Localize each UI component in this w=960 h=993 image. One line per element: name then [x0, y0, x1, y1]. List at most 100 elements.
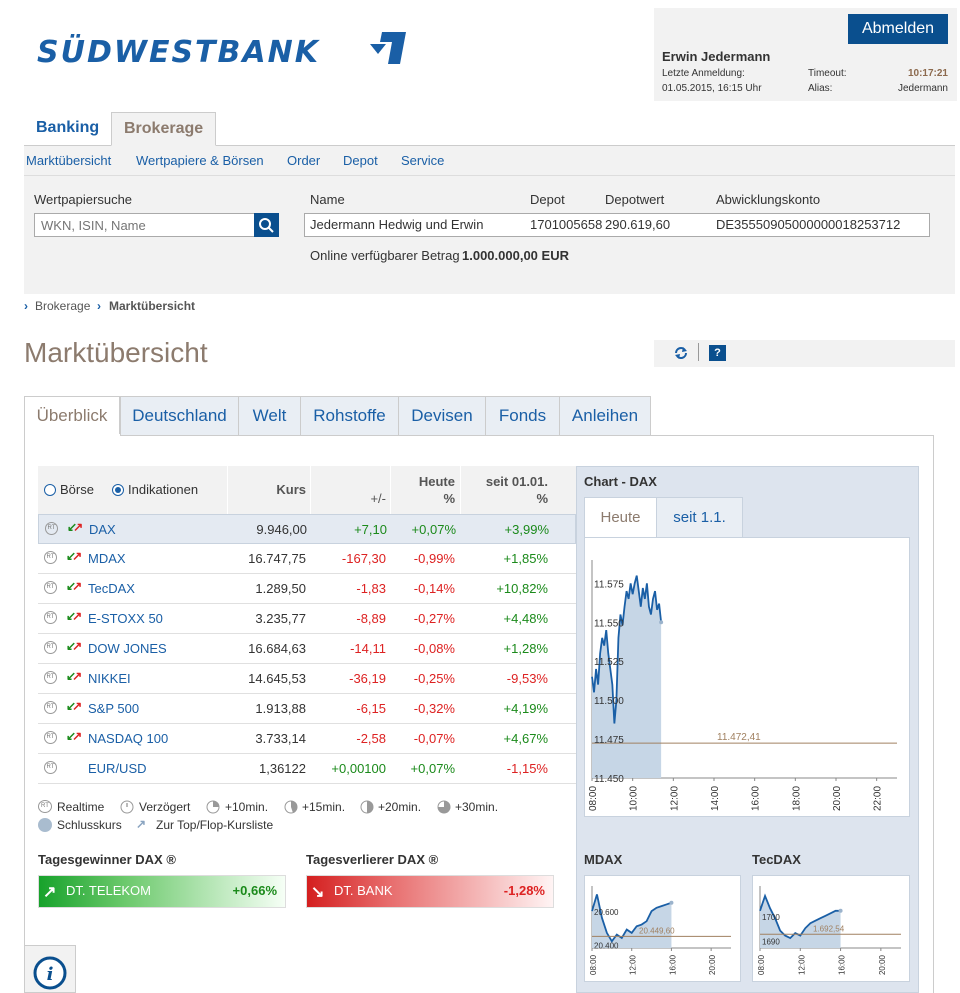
table-row[interactable]: RT ↙↗ DAX 9.946,00 +7,10 +0,07% +3,99%	[38, 514, 576, 544]
subnav-order[interactable]: Order	[287, 153, 320, 168]
tecdax-chart: 1.692,54 1700 1690 08:00 12:00 16:00 20:00	[757, 886, 901, 975]
table-row[interactable]: RT ↙↗ DOW JONES 16.684,63 -14,11 -0,08% +1,28%	[38, 634, 576, 664]
alias-label: Alias:	[808, 83, 833, 94]
loser-name: DT. BANK	[334, 883, 393, 898]
x-tick-label: 20:00	[878, 954, 887, 975]
top-flop-arrows-icon[interactable]: ↙↗	[67, 520, 83, 534]
index-name-link[interactable]: DOW JONES	[88, 641, 167, 656]
index-kurs: 1.913,88	[255, 701, 306, 716]
table-row[interactable]: RT ↙↗ TecDAX 1.289,50 -1,83 -0,14% +10,82%	[38, 574, 576, 604]
realtime-icon: RT	[45, 522, 58, 535]
index-name-link[interactable]: E-STOXX 50	[88, 611, 163, 626]
index-seit: +4,19%	[503, 701, 548, 716]
search-label: Wertpapiersuche	[34, 192, 133, 207]
index-seit: -1,15%	[506, 761, 548, 776]
index-name-link[interactable]: S&P 500	[88, 701, 139, 716]
y-tick-label: 11.500	[594, 696, 624, 707]
realtime-icon: RT	[38, 800, 52, 813]
tab-welt[interactable]: Welt	[238, 396, 301, 436]
index-name-link[interactable]: DAX	[89, 522, 116, 537]
index-name-link[interactable]: EUR/USD	[88, 761, 147, 776]
top-flop-arrows-icon[interactable]: ↙↗	[66, 669, 82, 683]
tab-brokerage[interactable]: Brokerage	[111, 112, 217, 146]
y-tick-label: 1690	[762, 938, 780, 947]
logout-button[interactable]: Abmelden	[848, 14, 948, 44]
tools-bar	[654, 340, 955, 367]
refresh-icon[interactable]	[673, 345, 689, 361]
index-kurs: 1.289,50	[255, 581, 306, 596]
subnav-service[interactable]: Service	[401, 153, 444, 168]
x-tick-label: 16:00	[751, 786, 762, 811]
info-icon: i	[33, 956, 67, 990]
realtime-icon: RT	[44, 671, 57, 684]
top-flop-arrows-icon[interactable]: ↙↗	[66, 729, 82, 743]
y-tick-label: 1700	[762, 913, 780, 922]
index-name-link[interactable]: MDAX	[88, 551, 126, 566]
index-name-link[interactable]: NASDAQ 100	[88, 731, 168, 746]
x-tick-label: 16:00	[838, 954, 847, 975]
table-row[interactable]: RT ↙↗ NASDAQ 100 3.733,14 -2,58 -0,07% +4,67%	[38, 724, 576, 754]
subnav-wertpapiere[interactable]: Wertpapiere & Börsen	[136, 153, 264, 168]
account-depotwert: 290.619,60	[605, 217, 671, 232]
subnav-marktuebersicht[interactable]: Marktübersicht	[26, 153, 111, 168]
radio-boerse[interactable]	[44, 484, 56, 496]
col-kurs: Kurs	[276, 482, 306, 497]
tab-anleihen[interactable]: Anleihen	[559, 396, 651, 436]
col-seit-unit: %	[536, 491, 548, 506]
legend-30min: +30min.	[455, 800, 499, 814]
index-heute: -0,25%	[413, 671, 455, 686]
realtime-icon: RT	[44, 641, 57, 654]
index-heute: -0,27%	[413, 611, 455, 626]
tab-fonds[interactable]: Fonds	[485, 396, 560, 436]
tab-banking[interactable]: Banking	[24, 112, 111, 146]
index-heute: +0,07%	[410, 761, 455, 776]
x-tick-label: 12:00	[629, 954, 638, 975]
legend-20min: +20min.	[378, 800, 422, 814]
table-row[interactable]: RT EUR/USD 1,36122 +0,00100 +0,07% -1,15%	[38, 754, 576, 784]
help-icon[interactable]: ?	[709, 345, 726, 361]
top-flop-arrows-icon[interactable]: ↙↗	[66, 609, 82, 623]
subnav-depot[interactable]: Depot	[343, 153, 378, 168]
search-button[interactable]	[254, 213, 279, 237]
top-flop-arrows-icon[interactable]: ↙↗	[66, 579, 82, 593]
index-heute: +0,07%	[411, 522, 456, 537]
chart-tab-today[interactable]: Heute	[584, 497, 657, 538]
tab-deutschland[interactable]: Deutschland	[120, 396, 239, 436]
y-tick-label: 11.550	[594, 618, 624, 629]
y-tick-label: 11.450	[594, 774, 624, 785]
legend-topflop-link[interactable]: Zur Top/Flop-Kursliste	[156, 818, 273, 832]
index-name-link[interactable]: TecDAX	[88, 581, 135, 596]
tab-devisen[interactable]: Devisen	[398, 396, 486, 436]
reference-label: 11.472,41	[717, 732, 761, 743]
last-login-label: Letzte Anmeldung:	[662, 68, 745, 79]
delayed-clock-icon	[120, 800, 134, 814]
winner-box[interactable]: ↗ DT. TELEKOM +0,66%	[38, 875, 286, 908]
tab-rohstoffe[interactable]: Rohstoffe	[300, 396, 399, 436]
top-flop-arrows-icon[interactable]: ↙↗	[66, 549, 82, 563]
index-name-link[interactable]: NIKKEI	[88, 671, 131, 686]
mdax-chart: 20.449,60 20.600 20.400 08:00 12:00 16:00 20:0…	[589, 886, 731, 975]
chart-tab-ytd[interactable]: seit 1.1.	[656, 497, 743, 538]
tab-ueberblick[interactable]: Überblick	[24, 396, 120, 436]
search-input[interactable]	[34, 213, 255, 237]
top-flop-arrows-icon[interactable]: ↙↗	[66, 639, 82, 653]
breadcrumb-current: Marktübersicht	[109, 299, 196, 313]
table-row[interactable]: RT ↙↗ S&P 500 1.913,88 -6,15 -0,32% +4,19%	[38, 694, 576, 724]
info-button[interactable]: i	[24, 945, 76, 993]
logo-mark-icon	[368, 32, 406, 64]
radio-indikationen[interactable]	[112, 484, 124, 496]
table-row[interactable]: RT ↙↗ MDAX 16.747,75 -167,30 -0,99% +1,85%	[38, 544, 576, 574]
top-flop-arrows-icon[interactable]: ↙↗	[66, 699, 82, 713]
index-kurs: 1,36122	[259, 761, 306, 776]
mdax-title: MDAX	[584, 852, 623, 867]
table-row[interactable]: RT ↙↗ NIKKEI 14.645,53 -36,19 -0,25% -9,53%	[38, 664, 576, 694]
x-tick-label: 08:00	[589, 954, 598, 975]
table-row[interactable]: RT ↙↗ E-STOXX 50 3.235,77 -8,89 -0,27% +4,48%	[38, 604, 576, 634]
last-login-value: 01.05.2015, 16:15 Uhr	[662, 83, 762, 94]
y-tick-label: 11.525	[594, 657, 624, 668]
x-tick-label: 12:00	[797, 954, 806, 975]
legend-schlusskurs: Schlusskurs	[57, 818, 122, 832]
breadcrumb-brokerage[interactable]: Brokerage	[35, 299, 90, 313]
x-tick-label: 20:00	[832, 786, 843, 811]
loser-box[interactable]: ↘ DT. BANK -1,28%	[306, 875, 554, 908]
